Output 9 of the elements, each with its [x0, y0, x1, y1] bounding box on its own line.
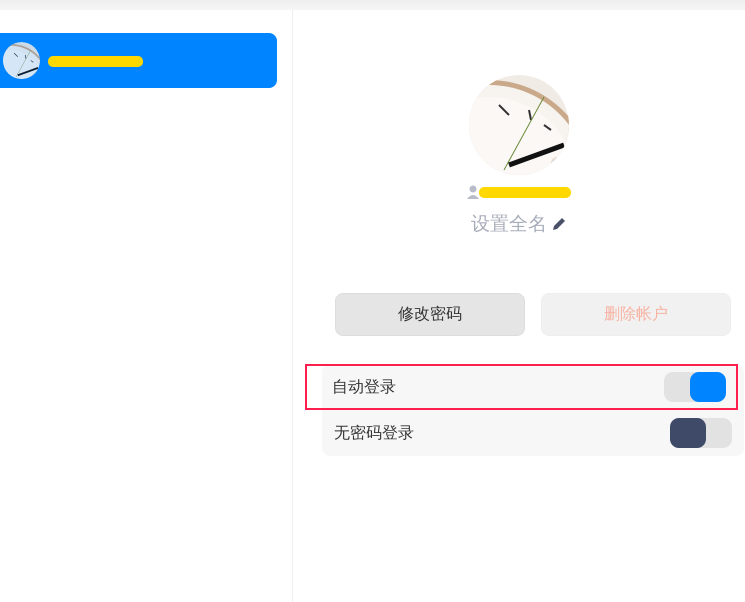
pencil-icon[interactable] — [551, 216, 567, 232]
set-full-name-label[interactable]: 设置全名 — [471, 211, 547, 237]
setting-label: 自动登录 — [332, 376, 396, 398]
setting-label: 无密码登录 — [334, 422, 414, 444]
action-button[interactable]: 修改密码 — [335, 293, 525, 336]
user-icon — [467, 185, 479, 199]
account-item[interactable] — [0, 33, 277, 88]
toggle-switch[interactable] — [670, 418, 732, 448]
toggle-switch[interactable] — [664, 372, 726, 402]
